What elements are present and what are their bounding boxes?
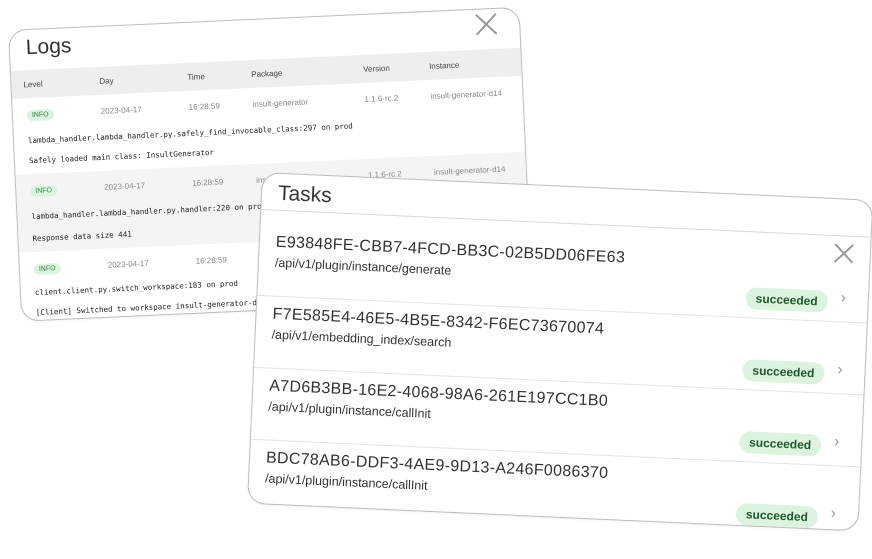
status-badge: succeeded xyxy=(741,359,825,385)
tasks-panel: Tasks E93848FE-CBB7-4FCD-BB3C-02B5DD06FE… xyxy=(246,172,872,532)
version-cell: 1.1.6-rc.2 xyxy=(364,93,399,104)
log-line: Safely loaded main class: InsultGenerato… xyxy=(28,147,215,166)
status-badge: succeeded xyxy=(738,430,822,457)
task-path: /api/v1/plugin/instance/callInit xyxy=(264,471,428,493)
close-icon xyxy=(475,13,498,36)
package-cell: insult-generator xyxy=(252,97,309,109)
log-line: client.client.py.switch_workspace:183 on… xyxy=(34,278,239,298)
status-badge: succeeded xyxy=(735,502,819,529)
tasks-title: Tasks xyxy=(277,181,333,208)
logs-title: Logs xyxy=(25,34,72,60)
day-cell: 2023-04-17 xyxy=(107,258,149,270)
day-cell: 2023-04-17 xyxy=(104,180,146,192)
instance-cell: insult-generator-d14 xyxy=(433,164,506,177)
column-header-package: Package xyxy=(251,68,283,80)
log-line: [Client] Switched to workspace insult-ge… xyxy=(35,297,258,318)
column-header-time: Time xyxy=(187,72,206,82)
level-badge: INFO xyxy=(33,262,61,276)
logs-close-button[interactable] xyxy=(473,11,500,43)
chevron-right-icon[interactable]: › xyxy=(834,433,840,451)
level-badge: INFO xyxy=(26,109,54,122)
chevron-right-icon[interactable]: › xyxy=(830,505,836,523)
log-line: lambda_handler.lambda_handler.py.safely_… xyxy=(27,121,354,146)
log-line: Response data size 441 xyxy=(32,229,132,244)
task-path: /api/v1/plugin/instance/callInit xyxy=(268,399,432,421)
column-header-version: Version xyxy=(362,63,391,74)
chevron-right-icon[interactable]: › xyxy=(837,361,843,379)
level-badge: INFO xyxy=(30,184,58,198)
column-header-day: Day xyxy=(99,76,114,86)
task-path: /api/v1/embedding_index/search xyxy=(271,327,452,350)
column-header-level: Level xyxy=(23,79,43,90)
column-header-instance: Instance xyxy=(428,60,460,71)
time-cell: 16:28:59 xyxy=(191,177,224,188)
instance-cell: insult-generator-d14 xyxy=(430,88,503,101)
task-path: /api/v1/plugin/instance/generate xyxy=(274,255,452,278)
chevron-right-icon[interactable]: › xyxy=(840,289,846,307)
status-badge: succeeded xyxy=(745,287,829,313)
day-cell: 2023-04-17 xyxy=(100,105,142,116)
time-cell: 16:28:59 xyxy=(195,255,227,266)
log-line: lambda_handler.lambda_handler.py.handler… xyxy=(31,201,267,222)
time-cell: 16:28:59 xyxy=(188,101,221,112)
